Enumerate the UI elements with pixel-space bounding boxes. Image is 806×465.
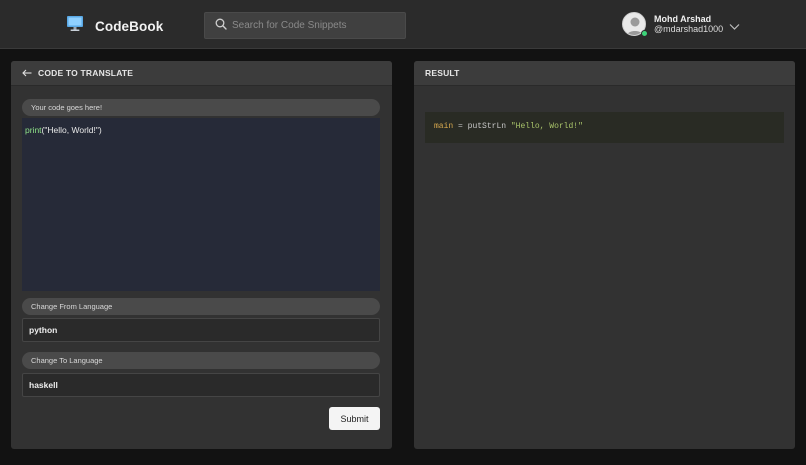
result-str: "Hello, World!" — [510, 122, 583, 131]
result-panel-title: RESULT — [425, 68, 460, 78]
search-icon — [215, 17, 227, 35]
result-ident: main — [434, 122, 454, 131]
user-info: Mohd Arshad @mdarshad1000 — [654, 14, 723, 34]
search-bar[interactable] — [204, 12, 406, 39]
user-handle: @mdarshad1000 — [654, 24, 724, 34]
code-editor[interactable]: print("Hello, World!") — [22, 118, 380, 291]
from-language-field[interactable]: python — [22, 318, 380, 342]
user-menu[interactable]: Mohd Arshad @mdarshad1000 — [622, 12, 723, 36]
search-input[interactable] — [232, 20, 392, 31]
submit-button[interactable]: Submit — [329, 407, 380, 430]
result-fn: putStrLn — [467, 122, 507, 131]
code-label: Your code goes here! — [22, 99, 380, 116]
chevron-down-icon[interactable] — [729, 18, 740, 36]
to-language-label: Change To Language — [22, 352, 380, 369]
result-panel-header: RESULT — [414, 61, 795, 86]
top-bar: CodeBook Mohd Arshad @mdarshad1000 — [0, 0, 806, 49]
result-code-block: main = putStrLn "Hello, World!" — [425, 112, 784, 143]
translate-panel-title: CODE TO TRANSLATE — [38, 68, 134, 78]
user-name: Mohd Arshad — [654, 14, 712, 24]
brand[interactable]: CodeBook — [66, 15, 163, 37]
code-args: ("Hello, World!") — [41, 125, 102, 135]
from-language-label: Change From Language — [22, 298, 380, 315]
back-arrow-icon[interactable] — [22, 64, 32, 82]
monitor-logo-icon — [66, 15, 84, 37]
translate-panel: CODE TO TRANSLATE Your code goes here! p… — [11, 61, 392, 449]
translate-panel-header: CODE TO TRANSLATE — [11, 61, 392, 86]
result-op: = — [458, 122, 463, 131]
code-fn: print — [25, 125, 42, 135]
result-panel: RESULT main = putStrLn "Hello, World!" — [414, 61, 795, 449]
brand-name: CodeBook — [95, 18, 164, 34]
online-status-dot — [641, 30, 648, 37]
to-language-field[interactable]: haskell — [22, 373, 380, 397]
